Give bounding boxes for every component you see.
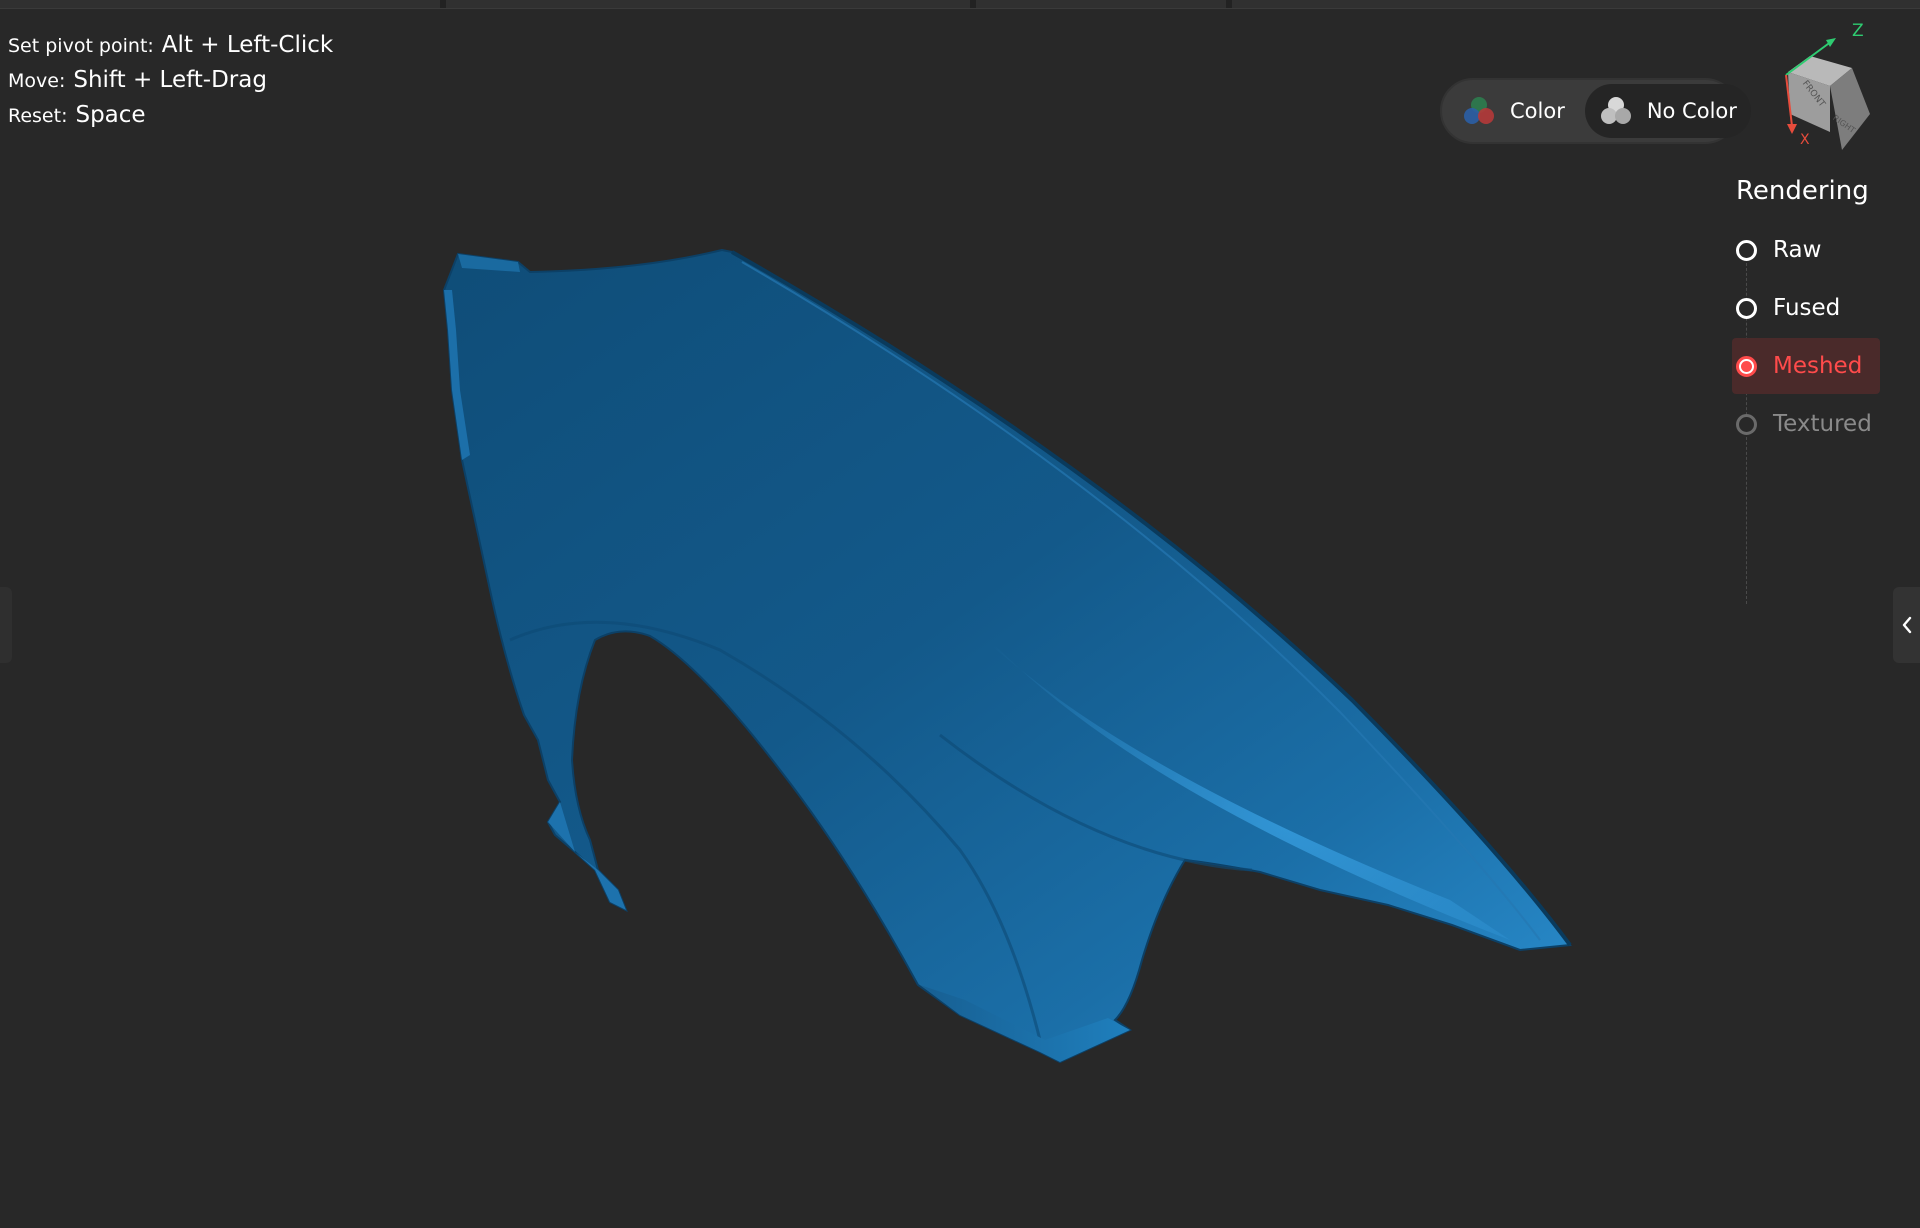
hint-reset: Reset: Space	[8, 102, 333, 137]
chevron-left-icon	[1902, 616, 1911, 634]
shortcut-hints: Set pivot point: Alt + Left-Click Move: …	[8, 32, 333, 137]
edge-highlight	[741, 261, 1541, 941]
rendering-option-label: Fused	[1773, 295, 1841, 321]
toolbar-divider	[1226, 0, 1232, 8]
no-color-option-label: No Color	[1646, 99, 1737, 123]
top-toolbar-strip	[0, 0, 1920, 9]
front-edge	[444, 290, 470, 460]
fender-surface	[442, 248, 1572, 1064]
surface-highlight	[740, 380, 1510, 940]
gray-circles-icon	[1600, 97, 1631, 124]
edge-seam	[731, 250, 1572, 947]
lower-flange	[920, 985, 1130, 1062]
no-color-option-button[interactable]: No Color	[1584, 84, 1751, 138]
rendering-option-label: Raw	[1773, 237, 1822, 263]
hint-label: Set pivot point:	[8, 35, 154, 57]
rendering-option-label: Meshed	[1773, 353, 1863, 379]
3d-viewport[interactable]: Set pivot point: Alt + Left-Click Move: …	[0, 0, 1920, 1228]
fender-body	[442, 248, 1572, 1064]
hint-label: Move:	[8, 70, 66, 92]
radio-circle-icon	[1736, 239, 1757, 261]
front-tab	[548, 802, 626, 910]
x-axis-label: X	[1800, 132, 1810, 148]
top-tab	[458, 254, 520, 272]
rendering-option-meshed[interactable]: Meshed	[1732, 338, 1880, 394]
z-axis-arrow	[1826, 38, 1836, 47]
hint-value: Space	[75, 102, 146, 128]
z-axis-label: Z	[1852, 22, 1864, 41]
left-panel-toggle[interactable]	[0, 587, 12, 663]
x-axis-arrow	[1787, 124, 1797, 134]
crease-line	[509, 620, 1042, 1041]
hint-move: Move: Shift + Left-Drag	[8, 67, 333, 102]
color-option-button[interactable]: Color	[1448, 84, 1579, 138]
color-mode-toggle: Color No Color	[1440, 78, 1751, 144]
rgb-circles-icon	[1464, 97, 1494, 124]
radio-selected-icon	[1736, 355, 1757, 377]
meshed-scan-model[interactable]	[0, 0, 1920, 1228]
radio-circle-icon	[1736, 413, 1757, 435]
view-cube[interactable]: FRONT RIGHT Z X	[1770, 22, 1890, 157]
rendering-option-raw[interactable]: Raw	[1736, 222, 1896, 278]
rendering-option-textured: Textured	[1736, 396, 1896, 452]
hint-value: Alt + Left-Click	[161, 32, 334, 58]
rendering-title: Rendering	[1736, 176, 1869, 206]
color-option-label: Color	[1510, 99, 1565, 123]
crease-line	[939, 733, 1253, 872]
rendering-panel: Rendering Raw Fused Meshed Textured	[1732, 176, 1896, 604]
rendering-option-fused[interactable]: Fused	[1736, 280, 1896, 336]
hint-pivot: Set pivot point: Alt + Left-Click	[8, 32, 333, 67]
radio-circle-icon	[1736, 297, 1757, 319]
rendering-option-label: Textured	[1773, 411, 1872, 437]
hint-label: Reset:	[8, 105, 68, 127]
right-panel-toggle[interactable]	[1893, 587, 1920, 663]
hint-value: Shift + Left-Drag	[73, 67, 267, 93]
toolbar-divider	[970, 0, 976, 8]
toolbar-divider	[440, 0, 446, 8]
